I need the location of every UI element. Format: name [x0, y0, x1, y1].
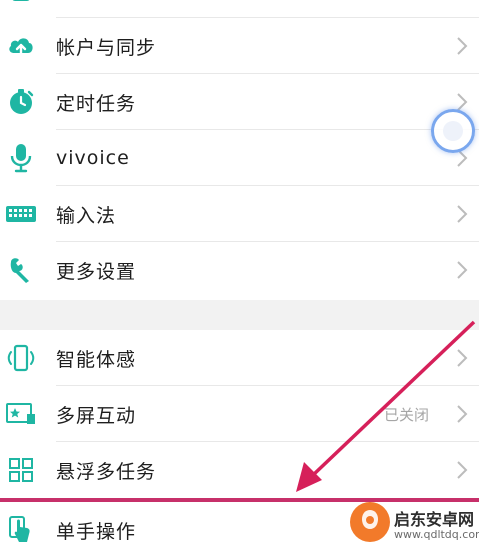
partial-icon — [6, 0, 36, 5]
one-hand-icon — [6, 515, 36, 545]
settings-item-label: 悬浮多任务 — [56, 460, 157, 483]
settings-item-label: 定时任务 — [56, 92, 137, 115]
floating-ball-inner — [443, 121, 463, 141]
float-multitask-icon — [6, 455, 36, 485]
watermark-url: www.qdltdq.com — [394, 528, 479, 541]
status-value: 已关闭 — [383, 405, 429, 424]
wrench-icon — [6, 255, 36, 285]
settings-item-label: 多屏互动 — [56, 404, 137, 427]
watermark-logo — [350, 502, 390, 542]
chevron-right-icon — [457, 37, 468, 55]
settings-item-label: 更多设置 — [56, 260, 137, 283]
settings-item-label: 帐户与同步 — [56, 36, 157, 59]
settings-item-account-sync[interactable]: 帐户与同步 — [0, 18, 479, 74]
chevron-right-icon — [457, 205, 468, 223]
motion-phone-icon — [6, 343, 36, 373]
settings-item-float-multitask[interactable]: 悬浮多任务 — [0, 442, 479, 498]
multi-screen-icon — [6, 399, 36, 429]
timer-icon — [6, 87, 36, 117]
cloud-sync-icon — [6, 31, 36, 61]
microphone-icon — [6, 143, 36, 173]
settings-item-vivoice[interactable]: vivoice — [0, 130, 479, 186]
settings-item-scheduled-tasks[interactable]: 定时任务 — [0, 74, 479, 130]
chevron-right-icon — [457, 461, 468, 479]
settings-item-smart-motion[interactable]: 智能体感 — [0, 330, 479, 386]
settings-group-top: 帐户与同步 定时任务 vivoice 输入法 更多设置 — [0, 0, 479, 298]
section-gap — [0, 300, 479, 330]
settings-item-multi-screen[interactable]: 多屏互动 已关闭 — [0, 386, 479, 442]
settings-item-label: 智能体感 — [56, 348, 137, 371]
settings-item-label: vivoice — [56, 147, 130, 169]
settings-item-label: 单手操作 — [56, 520, 137, 543]
settings-item-label: 输入法 — [56, 204, 117, 227]
settings-item-input-method[interactable]: 输入法 — [0, 186, 479, 242]
keyboard-icon — [6, 199, 36, 229]
chevron-right-icon — [457, 405, 468, 423]
chevron-right-icon — [457, 261, 468, 279]
floating-ball[interactable] — [431, 109, 475, 153]
settings-screen: 帐户与同步 定时任务 vivoice 输入法 更多设置 智能体感 多屏互动 已关… — [0, 0, 479, 548]
chevron-right-icon — [457, 349, 468, 367]
watermark-title: 启东安卓网 — [394, 510, 475, 529]
watermark: 启东安卓网 www.qdltdq.com — [350, 500, 479, 548]
settings-item-partial[interactable] — [0, 0, 479, 18]
settings-item-more-settings[interactable]: 更多设置 — [0, 242, 479, 298]
